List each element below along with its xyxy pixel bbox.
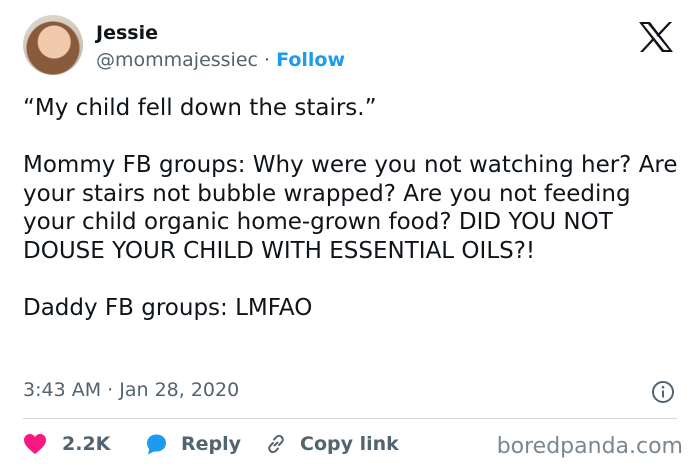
like-button[interactable]: 2.2K xyxy=(23,431,110,457)
divider xyxy=(23,418,677,419)
tweet-text: “My child fell down the stairs.” Mommy F… xyxy=(23,95,678,321)
author-name[interactable]: Jessie xyxy=(96,22,158,44)
like-count: 2.2K xyxy=(62,433,111,455)
speech-bubble-icon xyxy=(147,434,166,455)
tweet-timestamp[interactable]: 3:43 AM · Jan 28, 2020 xyxy=(23,378,239,402)
heart-icon xyxy=(24,434,46,454)
author-handle[interactable]: @mommajessiec xyxy=(96,49,258,71)
tweet-time: 3:43 AM xyxy=(23,379,102,401)
watermark: boredpanda.com xyxy=(496,434,683,459)
x-logo-icon[interactable] xyxy=(636,20,676,54)
author-handle-line: @mommajessiec · Follow xyxy=(96,49,345,71)
copy-link-button[interactable]: Copy link xyxy=(264,431,399,457)
timestamp-separator: · xyxy=(101,379,120,401)
link-icon xyxy=(268,434,284,454)
follow-link[interactable]: Follow xyxy=(276,49,345,71)
copy-link-label: Copy link xyxy=(300,433,399,455)
reply-label: Reply xyxy=(181,433,242,455)
tweet-date: Jan 28, 2020 xyxy=(119,379,240,401)
author-avatar[interactable] xyxy=(23,15,83,75)
info-icon[interactable] xyxy=(651,380,675,404)
handle-separator: · xyxy=(257,49,277,71)
reply-button[interactable]: Reply xyxy=(144,431,241,457)
